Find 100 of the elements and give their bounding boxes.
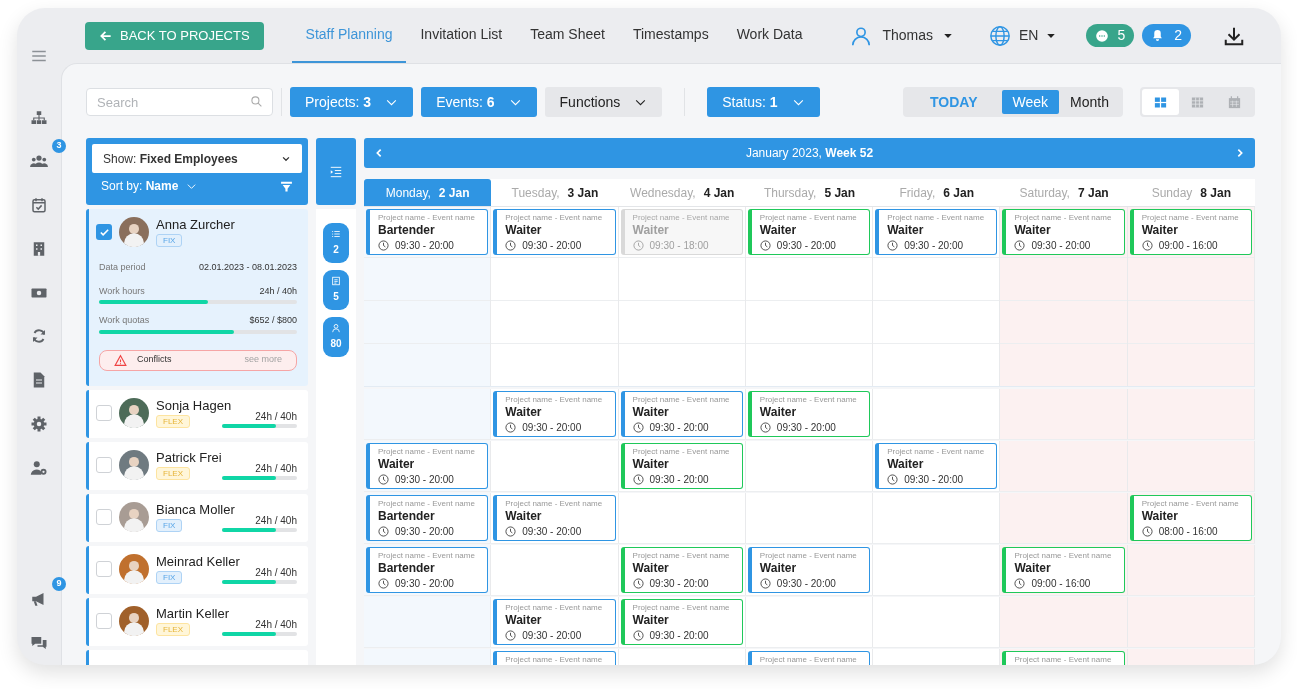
user-menu[interactable]: Thomas xyxy=(850,24,953,47)
day-header[interactable]: Wednesday, 4 Jan xyxy=(618,179,746,206)
metric-value: 24h / 40h xyxy=(259,284,297,298)
employee-card[interactable]: Sonja Hagen FLEX 24h / 40h xyxy=(86,390,308,438)
count-badge: 9 xyxy=(52,576,66,591)
checkbox[interactable] xyxy=(96,561,112,577)
avatar xyxy=(119,217,149,247)
chevron-left-icon[interactable] xyxy=(374,148,384,158)
calendar-cell[interactable] xyxy=(873,545,1001,595)
shift-role: Waiter xyxy=(759,561,798,575)
contract-tag: FLEX xyxy=(156,415,190,428)
shift-subtitle: Project name - Event name xyxy=(632,603,731,613)
shift-time: 09:30 - 20:00 xyxy=(649,421,709,435)
search-field[interactable]: Search xyxy=(86,88,273,116)
employee-name: Meinrad Keller xyxy=(156,554,241,570)
clock-icon xyxy=(759,422,771,433)
day-header[interactable]: Thursday, 5 Jan xyxy=(745,179,874,206)
calendar-cell[interactable]: Project name - Event name Waiter 09:30 - 20:00 xyxy=(873,207,1001,386)
employee-card[interactable]: Bianca Moller FIX 24h / 40h xyxy=(86,494,308,542)
calendar-cell[interactable]: Project name - Event name Waiter 09:30 - 20:00 xyxy=(745,207,874,386)
shift-role: Waiter xyxy=(632,223,670,237)
calendar-check-icon[interactable] xyxy=(30,196,48,215)
shift-time: 08:00 - 16:00 xyxy=(1158,525,1218,539)
calendar-cell[interactable]: Project name - Event name Waiter 09:30 - 20:00 xyxy=(1000,207,1128,386)
employee-card[interactable]: Meinrad Keller FIX 24h / 40h xyxy=(86,546,308,594)
employee-card[interactable]: Patrick Frei FLEX 24h / 40h xyxy=(86,442,308,490)
calendar-cell[interactable] xyxy=(364,389,492,439)
shift-role: Waiter xyxy=(1014,561,1052,575)
shift-subtitle: Project name - Event name xyxy=(1014,551,1113,561)
clock-icon xyxy=(1014,578,1026,589)
day-header[interactable]: Sunday 8 Jan xyxy=(1127,179,1255,206)
date-label: 5 Jan xyxy=(824,184,856,202)
refresh-icon[interactable] xyxy=(30,327,48,346)
checkbox[interactable] xyxy=(96,224,112,240)
collapse-button[interactable] xyxy=(316,138,356,205)
calendar-cell[interactable]: Project name - Event name Bartender 09:30 - 20:00 xyxy=(364,207,492,386)
calendar-cell[interactable]: Project name - Event name Waiter 09:00 - 16:00 xyxy=(1127,207,1255,386)
tab[interactable]: Team Sheet xyxy=(516,8,619,63)
contract-tag: FLEX xyxy=(156,467,190,480)
checkbox[interactable] xyxy=(96,509,112,525)
employee-card[interactable]: Anna Zurcher FIX Data period 02.01.2023 - 08.01.2023 Work hours 24h / 40h Work quotas $652 / $800 Conflicts see more xyxy=(86,209,308,386)
shift-subtitle: Project name - Event name xyxy=(1014,655,1113,665)
shift-card[interactable]: Project name - Event name Waiter 09:30 - 20:00 xyxy=(747,209,871,255)
filter-icon[interactable] xyxy=(280,179,293,193)
calendar-cell[interactable] xyxy=(745,441,874,491)
avatar xyxy=(119,606,149,636)
hierarchy-icon[interactable] xyxy=(30,108,48,127)
shift-subtitle: Project name - Event name xyxy=(378,213,476,223)
shift-role: Waiter xyxy=(632,457,670,471)
shift-subtitle: Project name - Event name xyxy=(632,447,731,457)
shift-time: 09:00 - 16:00 xyxy=(1158,239,1218,253)
shift-time: 09:30 - 20:00 xyxy=(395,577,454,591)
calendar-cell[interactable] xyxy=(364,597,492,647)
date-label: 3 Jan xyxy=(567,184,599,202)
user-icon xyxy=(850,24,873,47)
shift-role: Waiter xyxy=(632,561,670,575)
shift-card[interactable]: Project name - Event name Waiter 09:30 - 20:00 xyxy=(493,209,616,255)
checkbox[interactable] xyxy=(96,405,112,421)
shift-time: 09:30 - 20:00 xyxy=(522,629,582,643)
checkbox[interactable] xyxy=(96,613,112,629)
view-toggle[interactable] xyxy=(1142,89,1179,115)
shift-time: 09:30 - 20:00 xyxy=(522,421,582,435)
clock-icon xyxy=(632,422,644,433)
clock-icon xyxy=(1014,240,1026,251)
language-menu[interactable]: EN xyxy=(988,24,1057,47)
day-header[interactable]: Friday, 6 Jan xyxy=(873,179,1001,206)
search-icon xyxy=(250,95,263,108)
shift-subtitle: Project name - Event name xyxy=(759,395,858,405)
settings-icon[interactable] xyxy=(30,414,48,433)
metric-label: Work hours xyxy=(99,284,145,298)
shift-time: 09:30 - 20:00 xyxy=(395,473,454,487)
shift-card[interactable]: Project name - Event name Waiter 09:30 - 20:00 xyxy=(875,209,998,255)
date-label: 4 Jan xyxy=(703,184,735,202)
weekday-label: Tuesday, xyxy=(511,184,560,202)
employee-card[interactable]: Martin Keller FLEX 24h / 40h xyxy=(86,598,308,646)
calendar-cell[interactable]: Project name - Event name Waiter 09:30 - 20:00 xyxy=(491,207,619,386)
clock-icon xyxy=(505,240,517,251)
day-header[interactable]: Saturday, 7 Jan xyxy=(1000,179,1128,206)
tab[interactable]: Work Data xyxy=(722,8,817,63)
person-icon xyxy=(331,323,341,333)
shift-card[interactable]: Project name - Event name Waiter 09:00 - 16:00 xyxy=(1129,209,1252,255)
chevron-right-icon[interactable] xyxy=(1235,148,1245,158)
shift-role: Waiter xyxy=(632,405,670,419)
shift-time: 09:00 - 16:00 xyxy=(1031,577,1091,591)
shift-card[interactable]: Project name - Event name Waiter 09:30 - 20:00 xyxy=(1002,209,1125,255)
tab[interactable]: Invitation List xyxy=(406,8,517,63)
checkbox[interactable] xyxy=(96,457,112,473)
range-tab[interactable]: Month xyxy=(1059,90,1120,114)
metric-label: Work quotas xyxy=(99,314,150,327)
filter-dropdown[interactable]: Functions xyxy=(544,87,663,117)
employee-name: Martin Keller xyxy=(156,606,230,622)
shift-card[interactable]: Project name - Event name Bartender 09:30 - 20:00 xyxy=(366,209,489,255)
weekday-label: Saturday, xyxy=(1019,184,1070,202)
tab[interactable]: Timestamps xyxy=(618,8,723,63)
user-settings-icon[interactable] xyxy=(30,458,48,477)
shift-time: 09:30 - 20:00 xyxy=(776,421,836,435)
shift-time: 09:30 - 20:00 xyxy=(395,239,454,253)
day-header[interactable]: Tuesday, 3 Jan xyxy=(491,179,619,206)
shift-role: Waiter xyxy=(505,405,543,419)
show-dropdown[interactable]: Show: Fixed Employees xyxy=(92,144,302,173)
